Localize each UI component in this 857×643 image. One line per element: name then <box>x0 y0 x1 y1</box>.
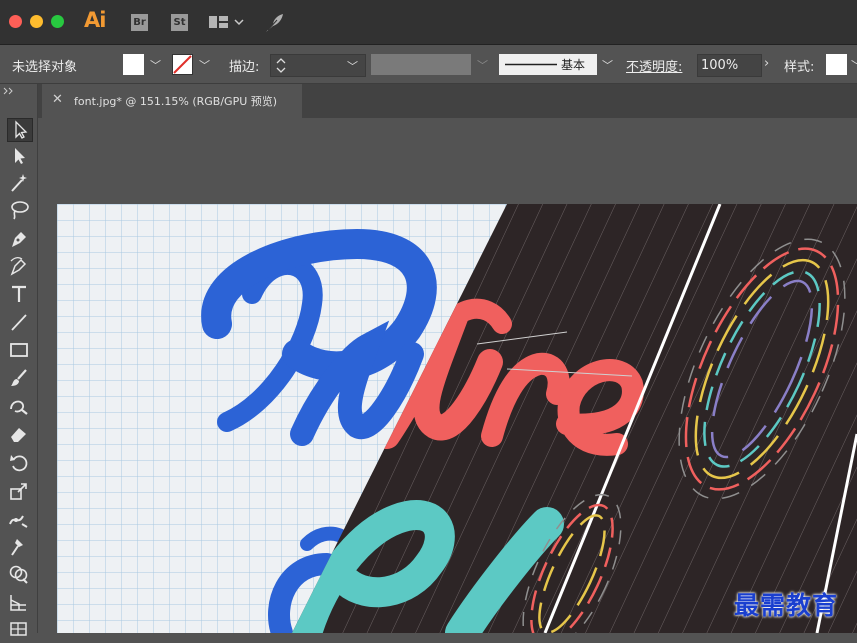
selection-tool-icon[interactable] <box>7 118 33 142</box>
puppet-warp-tool-icon[interactable] <box>7 536 31 558</box>
control-bar: 未选择对象 ﹀ ﹀ 描边: ﹀ ﹀ 基本 ﹀ 不透明度: 100% › 样式: … <box>0 45 857 84</box>
style-label: 样式: <box>784 60 815 75</box>
stroke-dropdown-chevron-icon[interactable]: ﹀ <box>199 57 210 73</box>
tools-panel <box>0 84 38 636</box>
direct-selection-tool-icon[interactable] <box>7 145 31 167</box>
fill-swatch[interactable] <box>123 54 144 75</box>
scale-tool-icon[interactable] <box>7 480 31 502</box>
profile-chevron-icon: ﹀ <box>477 59 488 72</box>
watermark-text: 最需教育 <box>734 591 839 620</box>
maximize-window-button[interactable] <box>51 15 64 28</box>
stepper-arrows-icon[interactable] <box>271 55 291 76</box>
perspective-grid-tool-icon[interactable] <box>7 591 31 613</box>
stroke-weight-input[interactable]: ﹀ <box>270 54 366 77</box>
fill-dropdown-chevron-icon[interactable]: ﹀ <box>150 57 161 73</box>
opacity-input[interactable]: 100% <box>697 54 762 77</box>
close-window-button[interactable] <box>9 15 22 28</box>
brush-chevron-icon[interactable]: ﹀ <box>602 57 613 73</box>
style-chevron-icon[interactable]: ﹀ <box>851 57 857 73</box>
mesh-tool-icon[interactable] <box>7 617 31 639</box>
magic-wand-tool-icon[interactable] <box>7 172 31 194</box>
stroke-weight-chevron-icon[interactable]: ﹀ <box>347 58 358 74</box>
width-tool-icon[interactable] <box>7 508 31 530</box>
line-tool-icon[interactable] <box>7 311 31 333</box>
minimize-window-button[interactable] <box>30 15 43 28</box>
shape-builder-tool-icon[interactable] <box>7 563 31 585</box>
lasso-tool-icon[interactable] <box>7 199 31 221</box>
brush-label: 基本 <box>561 58 586 72</box>
selection-status: 未选择对象 <box>12 60 78 75</box>
stroke-swatch[interactable] <box>172 54 193 75</box>
type-tool-icon[interactable] <box>7 283 31 305</box>
stock-button[interactable]: St <box>171 14 188 31</box>
shaper-tool-icon[interactable] <box>7 395 31 417</box>
graphic-style-swatch[interactable] <box>826 54 847 75</box>
expand-panel-icon[interactable] <box>3 87 17 95</box>
opacity-label[interactable]: 不透明度: <box>626 56 682 75</box>
document-tab[interactable]: ✕ font.jpg* @ 151.15% (RGB/GPU 预览) <box>42 84 302 118</box>
artboard-image[interactable] <box>57 203 857 643</box>
document-tab-bar: ✕ font.jpg* @ 151.15% (RGB/GPU 预览) <box>38 84 857 119</box>
stroke-label: 描边: <box>229 60 260 75</box>
variable-width-profile[interactable] <box>371 54 471 75</box>
brush-definition-dropdown[interactable]: 基本 <box>499 54 597 75</box>
rotate-tool-icon[interactable] <box>7 452 31 474</box>
workspace-switcher-icon[interactable] <box>208 14 248 31</box>
paintbrush-tool-icon[interactable] <box>7 367 31 389</box>
app-logo: Ai <box>84 8 106 32</box>
close-tab-icon[interactable]: ✕ <box>52 92 63 107</box>
pen-tool-icon[interactable] <box>7 228 31 250</box>
curvature-tool-icon[interactable] <box>7 255 31 277</box>
document-tab-title: font.jpg* @ 151.15% (RGB/GPU 预览) <box>74 95 278 108</box>
eraser-tool-icon[interactable] <box>7 423 31 445</box>
rectangle-tool-icon[interactable] <box>7 339 31 361</box>
application-bar: Ai Br St <box>0 0 857 45</box>
bridge-button[interactable]: Br <box>131 14 148 31</box>
opacity-arrow-icon[interactable]: › <box>764 56 769 71</box>
feather-icon[interactable] <box>263 12 285 34</box>
